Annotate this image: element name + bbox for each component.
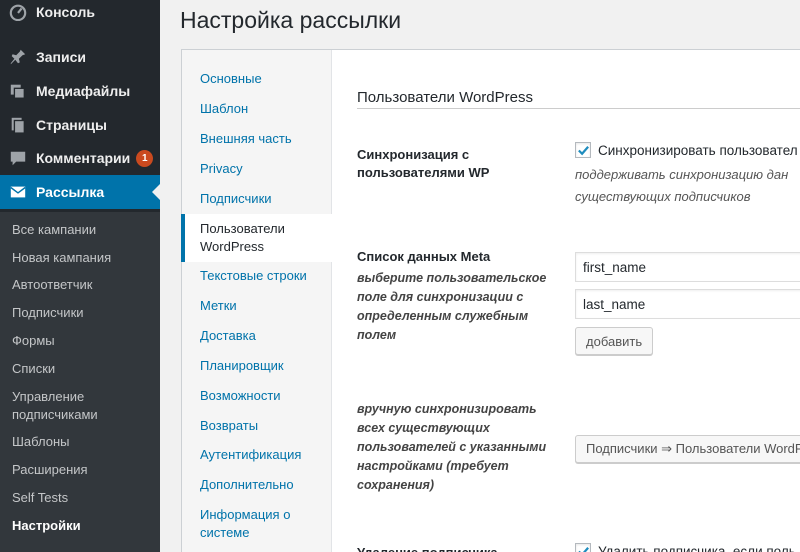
menu-item-comments[interactable]: Комментарии 1 [0,141,160,175]
menu-item-dashboard[interactable]: Консоль [0,0,160,29]
meta-field-first-name[interactable] [575,252,800,282]
tab-advanced[interactable]: Дополнительно [200,476,328,494]
tab-appearance[interactable]: Внешняя часть [200,130,328,148]
add-field-button[interactable]: добавить [575,327,654,355]
submenu-forms[interactable]: Формы [12,332,152,350]
submenu-subscribers[interactable]: Подписчики [12,304,152,322]
tab-authentication[interactable]: Аутентификация [200,446,328,464]
submenu-all-campaigns[interactable]: Все кампании [12,221,152,239]
submenu-new-campaign[interactable]: Новая кампания [12,249,152,267]
tab-scheduler[interactable]: Планировщик [200,357,328,375]
sync-description-1: поддерживать синхронизацию дан [575,167,789,182]
sync-description-2: существующих подписчиков [575,189,751,204]
pin-icon [0,48,36,66]
tab-delivery[interactable]: Доставка [200,327,328,345]
sync-subscribers-button[interactable]: Подписчики ⇒ Пользователи WordPr [575,435,800,463]
checkmark-icon [577,145,589,155]
section-divider [357,108,800,109]
tab-system-info[interactable]: Информация о системе [200,506,328,542]
submenu-settings[interactable]: Настройки [12,517,152,535]
menu-item-pages[interactable]: Страницы [0,108,160,142]
tab-tags[interactable]: Метки [200,297,328,315]
sync-checkbox[interactable] [575,142,591,158]
media-icon [0,82,36,100]
manual-sync-description: вручную синхронизировать всех существующ… [357,402,547,492]
tab-privacy[interactable]: Privacy [200,160,328,178]
tab-capabilities[interactable]: Возможности [200,387,328,405]
admin-sidebar: Консоль Записи Медиафайлы Страницы Комме… [0,0,160,552]
pages-icon [0,116,36,134]
menu-item-newsletter[interactable]: Рассылка [0,175,160,209]
meta-list-label: Список данных Meta [357,249,491,264]
meta-field-last-name[interactable] [575,289,800,319]
submenu-lists[interactable]: Списки [12,360,152,378]
submenu-self-tests[interactable]: Self Tests [12,489,152,507]
sync-checkbox-row[interactable]: Синхронизировать пользовател [575,142,798,158]
settings-tabs: Основные Шаблон Внешняя часть Privacy По… [181,50,332,552]
tab-template[interactable]: Шаблон [200,100,328,118]
delete-subscriber-label: Удаление подписчика [357,544,557,552]
meta-list-description: выберите пользовательское поле для синхр… [357,271,547,342]
comment-icon [0,149,36,167]
delete-subscriber-row[interactable]: Удалить подписчика, если поль [575,543,796,552]
menu-item-posts[interactable]: Записи [0,40,160,74]
tab-bounces[interactable]: Возвраты [200,417,328,435]
checkmark-icon [577,546,589,552]
submenu-templates[interactable]: Шаблоны [12,433,152,451]
comment-count-badge: 1 [136,149,154,167]
email-icon [0,183,36,201]
submenu-manage-subscribers[interactable]: Управление подписчиками [12,388,152,424]
submenu-extensions[interactable]: Расширения [12,461,152,479]
sync-checkbox-label: Синхронизировать пользовател [598,142,798,158]
tab-wordpress-users[interactable]: Пользователи WordPress [181,214,332,262]
newsletter-submenu: Все кампании Новая кампания Автоответчик… [0,212,160,552]
menu-item-media[interactable]: Медиафайлы [0,74,160,108]
submenu-autoresponder[interactable]: Автоответчик [12,276,152,294]
tab-subscribers[interactable]: Подписчики [200,190,328,208]
settings-panel: Основные Шаблон Внешняя часть Privacy По… [181,49,800,552]
dashboard-icon [0,3,36,21]
delete-subscriber-checkbox[interactable] [575,543,591,552]
page-title: Настройка рассылки [180,7,402,33]
section-heading: Пользователи WordPress [357,89,533,106]
delete-subscriber-checkbox-label: Удалить подписчика, если поль [598,543,796,552]
tab-general[interactable]: Основные [200,70,328,88]
tab-text-strings[interactable]: Текстовые строки [200,267,328,285]
sync-label: Синхронизация с пользователями WP [357,147,490,180]
